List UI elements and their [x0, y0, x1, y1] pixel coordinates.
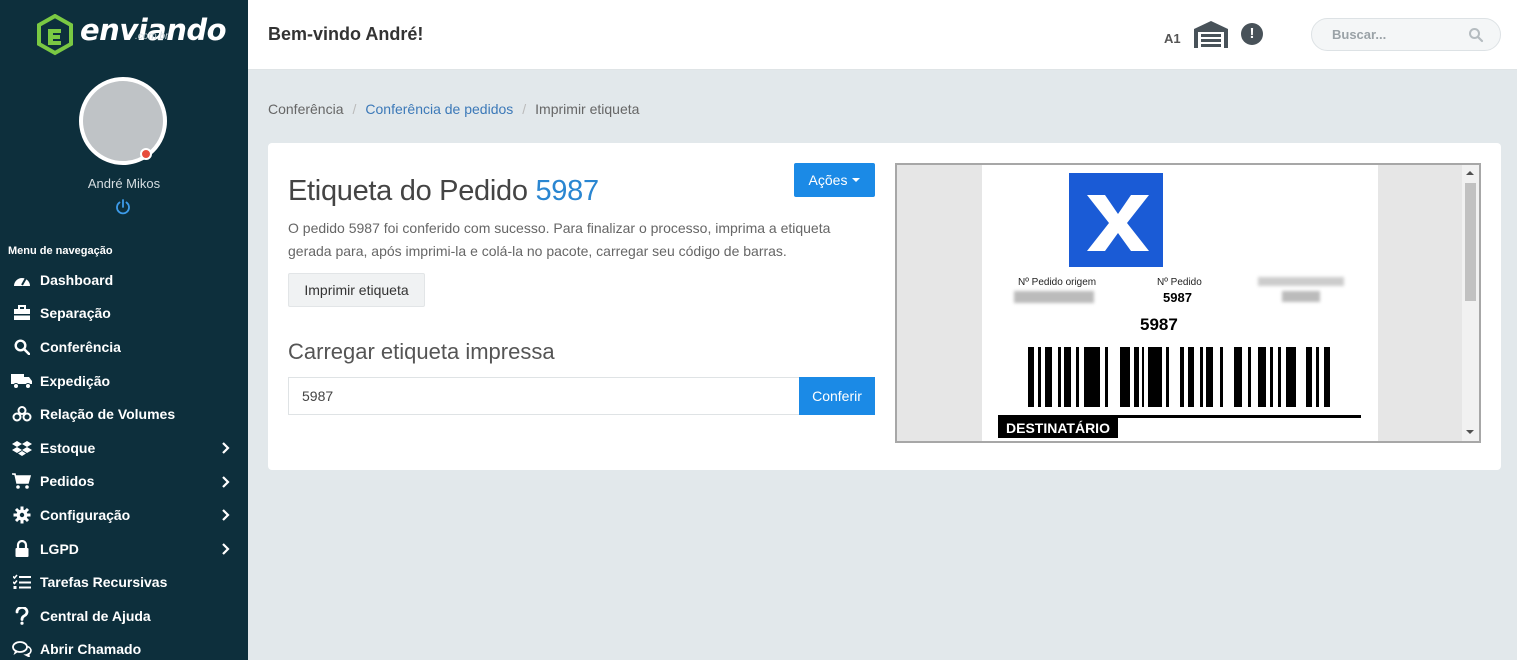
cube-logo-icon [37, 14, 73, 56]
scroll-down-icon[interactable] [1466, 430, 1474, 434]
sidebar-item-estoque[interactable]: Estoque [0, 431, 248, 465]
label-paper: Nº Pedido origem Nº Pedido 5987 5987 DES… [982, 165, 1378, 441]
power-icon[interactable] [114, 198, 132, 216]
boxes-icon [12, 406, 32, 422]
actions-dropdown-button[interactable]: Ações [794, 163, 875, 197]
sidebar-item-label: Conferência [40, 338, 121, 355]
breadcrumb-separator: / [522, 101, 527, 117]
briefcase-icon [14, 305, 30, 321]
cart-icon [12, 473, 32, 490]
barcode-input[interactable] [288, 377, 800, 415]
sidebar-item-tarefas[interactable]: Tarefas Recursivas [0, 565, 248, 599]
breadcrumb-item-current: Imprimir etiqueta [535, 101, 640, 117]
sidebar-item-label: Central de Ajuda [40, 607, 151, 624]
truck-icon [11, 373, 32, 389]
sidebar-item-label: Abrir Chamado [40, 641, 142, 658]
sidebar-item-separacao[interactable]: Separação [0, 297, 248, 331]
nav-menu: Dashboard Separação Conferência Expediçã… [0, 263, 248, 660]
label-card: Etiqueta do Pedido 5987 Ações O pedido 5… [268, 143, 1501, 470]
sidebar-item-conferencia[interactable]: Conferência [0, 330, 248, 364]
brand-logo[interactable]: enviando [36, 14, 227, 56]
carrier-logo [1069, 173, 1163, 267]
sidebar-item-pedidos[interactable]: Pedidos [0, 465, 248, 499]
search-icon[interactable] [1468, 27, 1484, 43]
status-dot [140, 148, 152, 160]
success-description: O pedido 5987 foi conferido com sucesso.… [288, 220, 831, 259]
page-title: Etiqueta do Pedido 5987 [288, 175, 599, 208]
warehouse-icon[interactable] [1194, 20, 1228, 48]
sidebar-item-label: Tarefas Recursivas [40, 574, 168, 591]
chevron-right-icon [222, 442, 230, 454]
avatar[interactable] [79, 77, 167, 165]
sidebar-item-expedicao[interactable]: Expedição [0, 364, 248, 398]
scroll-up-icon[interactable] [1466, 171, 1474, 175]
welcome-text: Bem-vindo André! [268, 24, 424, 44]
gear-icon [13, 506, 31, 524]
order-number: 5987 [535, 175, 599, 207]
upload-title: Carregar etiqueta impressa [288, 339, 555, 364]
big-order-number: 5987 [1140, 315, 1178, 334]
title-prefix: Etiqueta do Pedido [288, 175, 528, 207]
sidebar-item-label: Relação de Volumes [40, 406, 176, 423]
sidebar-item-label: LGPD [40, 540, 79, 557]
chevron-right-icon [222, 542, 230, 555]
caret-down-icon [852, 178, 861, 182]
warehouse-code: A1 [1164, 31, 1181, 46]
sidebar-item-label: Expedição [40, 372, 111, 389]
tasks-icon [13, 574, 31, 590]
label-preview[interactable]: Nº Pedido origem Nº Pedido 5987 5987 DES… [895, 163, 1481, 443]
order-label: Nº Pedido [1157, 277, 1202, 288]
chevron-right-icon [222, 509, 230, 521]
sidebar-item-label: Estoque [40, 439, 96, 456]
alert-icon[interactable]: ! [1241, 23, 1263, 45]
sidebar-item-abrir-chamado[interactable]: Abrir Chamado [0, 633, 248, 660]
scrollbar-thumb[interactable] [1465, 183, 1476, 301]
nav-title: Menu de navegação [8, 245, 113, 257]
actions-label: Ações [808, 172, 848, 188]
sidebar-item-central-ajuda[interactable]: Central de Ajuda [0, 599, 248, 633]
sidebar-item-label: Separação [40, 305, 111, 322]
barcode [1028, 347, 1330, 407]
dropbox-icon [12, 440, 32, 456]
breadcrumb: Conferência / Conferência de pedidos / I… [268, 101, 639, 117]
print-label-button[interactable]: Imprimir etiqueta [288, 273, 425, 307]
sidebar-item-label: Pedidos [40, 473, 95, 490]
order-value: 5987 [1163, 290, 1192, 305]
sidebar-item-label: Dashboard [40, 271, 114, 288]
lock-icon [15, 539, 29, 557]
sidebar-item-configuracao[interactable]: Configuração [0, 498, 248, 532]
brand-suffix: .com.br [135, 31, 169, 42]
origin-order-blurred [1014, 291, 1094, 303]
question-icon [15, 606, 29, 625]
sidebar-item-lgpd[interactable]: LGPD [0, 532, 248, 566]
sidebar: enviando .com.br André Mikos Menu de nav… [0, 0, 248, 660]
search-input[interactable] [1332, 27, 1462, 42]
breadcrumb-separator: / [352, 101, 357, 117]
search-icon [14, 339, 30, 355]
sidebar-item-label: Configuração [40, 506, 131, 523]
recipient-heading: DESTINATÁRIO [998, 418, 1118, 438]
sidebar-item-dashboard[interactable]: Dashboard [0, 263, 248, 297]
origin-order-label: Nº Pedido origem [1018, 277, 1097, 288]
x-logo-icon [1087, 195, 1149, 251]
sidebar-item-relacao-volumes[interactable]: Relação de Volumes [0, 397, 248, 431]
chat-icon [12, 641, 32, 658]
breadcrumb-item-conferencia-pedidos[interactable]: Conferência de pedidos [365, 101, 513, 117]
search-box[interactable] [1311, 18, 1501, 51]
top-header: Bem-vindo André! A1 ! [248, 0, 1517, 70]
blurred-field-value [1282, 291, 1320, 302]
confer-button[interactable]: Conferir [799, 377, 875, 415]
blurred-field-label [1258, 277, 1344, 286]
dashboard-icon [14, 277, 30, 286]
chevron-right-icon [222, 475, 230, 488]
user-name: André Mikos [87, 176, 161, 191]
breadcrumb-item-conferencia[interactable]: Conferência [268, 101, 344, 117]
preview-scrollbar[interactable] [1462, 165, 1479, 441]
